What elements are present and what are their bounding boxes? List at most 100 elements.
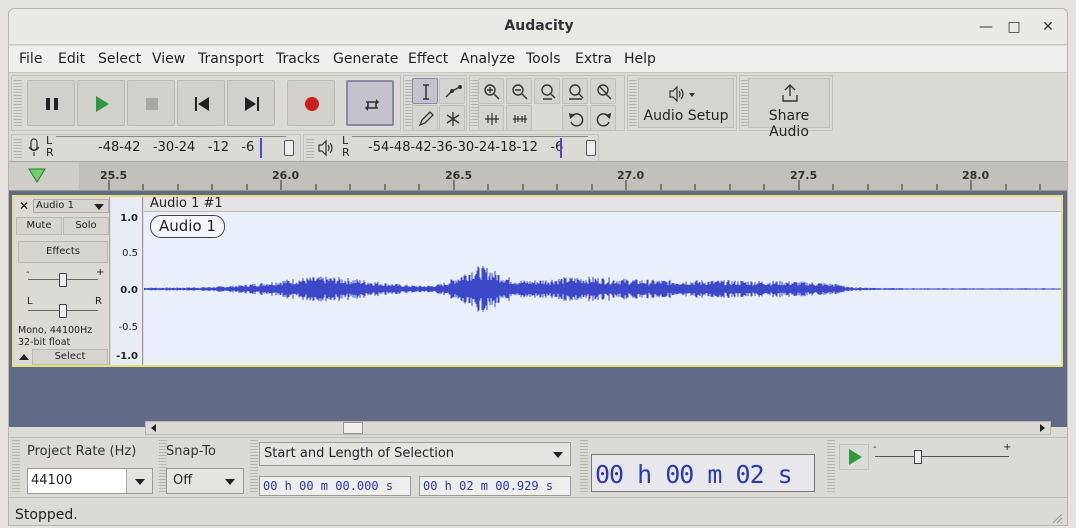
menu-select[interactable]: Select [98,51,141,67]
undo-icon [569,113,584,127]
toolbar-grip[interactable] [306,138,314,158]
audio-setup-label: Audio Setup [643,108,729,124]
zoom-in-button[interactable] [478,78,504,104]
silence-button[interactable] [506,105,532,131]
selection-start-time[interactable]: 00 h 00 m 00.000 s [259,476,411,496]
menu-bar: File Edit Select View Transport Tracks G… [9,46,1067,73]
pan-right-label: R [95,296,102,307]
play-icon [96,96,109,112]
record-level-slider[interactable] [284,140,294,156]
track-area[interactable]: ✕ Audio 1 Mute Solo Effects - + L R Mono… [9,191,1067,427]
microphone-icon[interactable] [26,138,42,158]
waveform-panel[interactable]: Audio 1 #1 Audio 1 [144,196,1061,365]
menu-analyze[interactable]: Analyze [460,51,515,67]
menu-tracks[interactable]: Tracks [276,51,320,67]
status-text: Stopped. [15,507,78,523]
gain-plus-label: + [96,267,105,278]
asterisk-icon [446,112,460,126]
mute-button[interactable]: Mute [16,217,62,235]
loop-icon [365,99,379,111]
share-audio-label: Share Audio [768,108,810,140]
toolbar-grip[interactable] [14,80,22,126]
zoom-out-button[interactable] [506,78,532,104]
maximize-icon[interactable]: □ [1003,17,1025,37]
menu-transport[interactable]: Transport [198,51,264,67]
menu-edit[interactable]: Edit [58,51,85,67]
menu-effect[interactable]: Effect [408,51,448,67]
menu-help[interactable]: Help [624,51,656,67]
selection-mode-combo[interactable]: Start and Length of Selection [259,442,571,466]
track-format-info: Mono, 44100Hz [18,325,93,336]
playback-level-slider[interactable] [586,140,596,156]
stop-button[interactable] [127,80,175,126]
snap-to-combo[interactable]: Off [166,468,244,494]
toolbar-grip[interactable] [14,138,22,158]
skip-to-start-button[interactable] [177,80,225,126]
toolbar-grip[interactable] [12,440,20,492]
time-display[interactable]: 00 h 00 m 02 s [591,454,815,492]
play-button[interactable] [77,80,125,126]
audio-track[interactable]: ✕ Audio 1 Mute Solo Effects - + L R Mono… [12,195,1063,367]
scroll-thumb[interactable] [343,422,363,434]
share-audio-button[interactable]: Share Audio [748,78,830,140]
zoom-out-icon [512,84,528,100]
track-close-icon[interactable]: ✕ [16,199,32,213]
pan-slider[interactable] [59,304,67,318]
project-rate-combo[interactable]: 44100 [27,468,153,494]
minimize-icon[interactable]: — [975,17,997,37]
selection-tool-button[interactable] [412,78,438,104]
scroll-right-icon[interactable] [1038,422,1048,434]
ruler-label: 26.0 [272,169,300,182]
pause-button[interactable] [27,80,75,126]
amplitude-scale: 1.0 0.5 0.0 -0.5 -1.0 [111,197,143,365]
toolbar-grip[interactable] [580,440,588,492]
play-at-speed-button[interactable] [839,444,869,470]
speaker-icon[interactable] [316,138,336,158]
toolbar-grip[interactable] [827,440,835,492]
record-button[interactable] [287,80,335,126]
selection-start-value: 00 h 00 m 00.000 s [263,479,394,493]
snap-to-value: Off [173,473,193,488]
menu-file[interactable]: File [19,51,42,67]
effects-button[interactable]: Effects [18,241,108,263]
collapse-track-icon[interactable] [18,352,30,362]
redo-button[interactable] [590,105,616,131]
multi-tool-button[interactable] [439,105,465,131]
undo-button[interactable] [562,105,588,131]
menu-view[interactable]: View [152,51,185,67]
menu-generate[interactable]: Generate [333,51,398,67]
track-select-button[interactable]: Select [32,349,108,365]
scale-label: 0.5 [122,248,138,259]
trim-button[interactable] [478,105,504,131]
fit-project-button[interactable] [562,78,588,104]
track-name-menu[interactable]: Audio 1 [33,199,109,213]
skip-to-end-button[interactable] [227,80,275,126]
record-meter-scale [56,136,286,137]
menu-extra[interactable]: Extra [575,51,612,67]
draw-tool-button[interactable] [412,105,438,131]
toolbar-grip[interactable] [250,440,258,492]
envelope-tool-button[interactable] [439,78,465,104]
track-bit-depth-info: 32-bit float [18,337,71,348]
playback-meter-scale [352,136,588,137]
selection-length-time[interactable]: 00 h 02 m 00.929 s [419,476,571,496]
timeline-ruler[interactable]: 25.5 26.0 26.5 27.0 27.5 28.0 [9,161,1067,191]
audio-setup-button[interactable]: Audio Setup [638,78,734,128]
close-icon[interactable]: ✕ [1037,17,1059,37]
horizontal-scrollbar[interactable] [145,421,1051,435]
project-rate-dropdown[interactable] [126,469,152,493]
speaker-dropdown-icon [669,85,695,103]
project-rate-label: Project Rate (Hz) [27,444,137,459]
speed-slider[interactable] [914,450,922,464]
scroll-left-icon[interactable] [148,422,158,434]
fit-selection-button[interactable] [534,78,560,104]
play-head-icon[interactable] [28,168,46,184]
resize-grip-icon[interactable] [1051,512,1063,524]
solo-button[interactable]: Solo [63,217,109,235]
menu-tools[interactable]: Tools [526,51,561,67]
zoom-toggle-button[interactable] [590,78,616,104]
gain-slider[interactable] [59,273,67,287]
ruler-label: 27.5 [790,169,818,182]
toolbar-grip[interactable] [629,80,637,126]
loop-button[interactable] [346,80,394,126]
